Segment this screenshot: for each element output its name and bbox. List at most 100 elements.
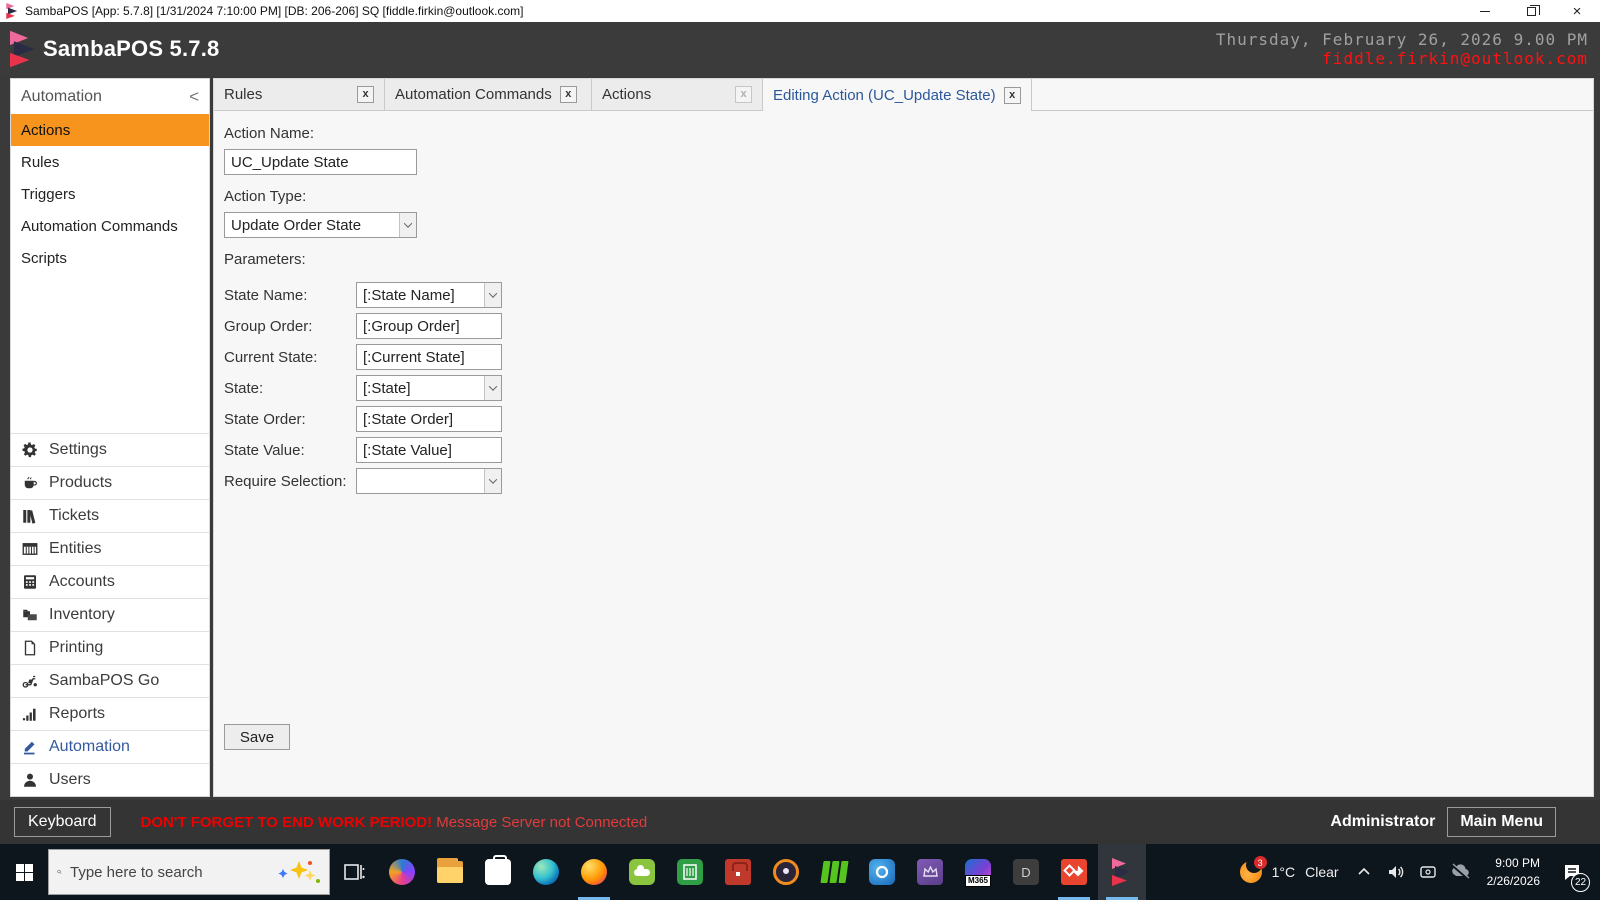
moon-weather-icon: 3 xyxy=(1238,856,1267,885)
action-type-select[interactable]: Update Order State xyxy=(224,212,417,238)
sidebar-module-accounts[interactable]: Accounts xyxy=(11,565,209,598)
sambapos-logo-icon xyxy=(10,30,35,68)
pencil-icon xyxy=(24,741,35,755)
toolbox-app-icon[interactable] xyxy=(714,844,762,900)
sidebar-module-products[interactable]: Products xyxy=(11,466,209,499)
sidebar-item-actions[interactable]: Actions xyxy=(11,114,209,146)
module-label: Products xyxy=(49,474,113,491)
state-order-input[interactable] xyxy=(356,406,502,432)
action-name-input[interactable] xyxy=(224,149,417,175)
minimize-icon[interactable] xyxy=(1462,0,1508,22)
sidebar-module-automation[interactable]: Automation xyxy=(11,730,209,763)
state-select[interactable]: [:State] xyxy=(356,375,502,401)
calculator-icon xyxy=(24,575,36,589)
red-diamond-app-icon[interactable] xyxy=(1050,844,1098,900)
network-off-icon[interactable] xyxy=(1445,844,1475,900)
sidebar-module-tickets[interactable]: Tickets xyxy=(11,499,209,532)
sidebar-module-printing[interactable]: Printing xyxy=(11,631,209,664)
clock-widget[interactable]: 9:00 PM 2/26/2026 xyxy=(1477,854,1550,890)
sambapos-app-icon xyxy=(6,3,18,19)
taskbar-search[interactable] xyxy=(48,849,330,895)
search-input[interactable] xyxy=(70,863,269,881)
action-form: Action Name: Action Type: Update Order S… xyxy=(214,111,1593,796)
restore-icon[interactable] xyxy=(1508,0,1554,22)
person-icon xyxy=(24,773,36,787)
books-icon xyxy=(23,510,36,524)
param-label: State Value: xyxy=(224,441,305,459)
cast-screen-icon[interactable] xyxy=(1413,844,1443,900)
file-explorer-icon[interactable] xyxy=(426,844,474,900)
volume-icon[interactable] xyxy=(1381,844,1411,900)
close-tab-icon[interactable]: x xyxy=(559,86,577,103)
save-button[interactable]: Save xyxy=(224,724,290,750)
close-tab-icon[interactable]: x xyxy=(1003,86,1021,104)
app-header: SambaPOS 5.7.8 Thursday, February 26, 20… xyxy=(0,22,1600,76)
d-app-icon[interactable]: D xyxy=(1002,844,1050,900)
state-value-input[interactable] xyxy=(356,437,502,463)
tab-actions[interactable]: Actions x xyxy=(592,79,763,111)
sidebar-section-title: Automation xyxy=(21,87,102,105)
chevron-down-icon[interactable] xyxy=(484,283,501,307)
sidebar-item-triggers[interactable]: Triggers xyxy=(11,178,209,210)
tab-automation-commands[interactable]: Automation Commands x xyxy=(385,79,592,111)
d-app-letter: D xyxy=(1013,859,1039,885)
sidebar-module-entities[interactable]: Entities xyxy=(11,532,209,565)
edge-browser-icon[interactable] xyxy=(522,844,570,900)
close-tab-icon[interactable]: x xyxy=(735,86,752,103)
app-body: Automation < Actions Rules Triggers Auto… xyxy=(0,76,1600,800)
m365-copilot-icon[interactable]: M365 xyxy=(954,844,1002,900)
current-state-input[interactable] xyxy=(356,344,502,370)
module-label: Inventory xyxy=(49,606,115,623)
require-selection-select[interactable] xyxy=(356,468,502,494)
chevron-down-icon[interactable] xyxy=(484,376,501,400)
sambapos-taskbar-icon[interactable] xyxy=(1098,844,1146,900)
chevron-down-icon[interactable] xyxy=(484,469,501,493)
tab-editing-action[interactable]: Editing Action (UC_Update State) x xyxy=(763,79,1032,111)
cloud-drive-app-icon[interactable] xyxy=(618,844,666,900)
task-view-icon[interactable] xyxy=(330,844,378,900)
firefox-browser-icon[interactable] xyxy=(570,844,618,900)
tray-date: 2/26/2026 xyxy=(1486,874,1540,888)
action-center-icon[interactable]: 22 xyxy=(1552,844,1592,900)
tab-rules[interactable]: Rules x xyxy=(214,79,385,111)
start-button[interactable] xyxy=(0,844,48,900)
green-panels-app-icon[interactable] xyxy=(810,844,858,900)
green-book-app-icon[interactable] xyxy=(666,844,714,900)
work-period-warning: DON'T FORGET TO END WORK PERIOD! xyxy=(140,813,433,831)
module-label: Automation xyxy=(49,738,130,755)
sidebar-module-users[interactable]: Users xyxy=(11,763,209,796)
sidebar-item-automation-commands[interactable]: Automation Commands xyxy=(11,210,209,242)
chevron-down-icon[interactable] xyxy=(399,213,416,237)
window-titlebar: SambaPOS [App: 5.7.8] [1/31/2024 7:10:00… xyxy=(0,0,1600,22)
sidebar-item-rules[interactable]: Rules xyxy=(11,146,209,178)
sidebar-item-scripts[interactable]: Scripts xyxy=(11,242,209,274)
microsoft-store-icon[interactable] xyxy=(474,844,522,900)
security-shield-app-icon[interactable] xyxy=(762,844,810,900)
main-menu-button[interactable]: Main Menu xyxy=(1447,807,1556,837)
sidebar-module-inventory[interactable]: Inventory xyxy=(11,598,209,631)
keyboard-button[interactable]: Keyboard xyxy=(14,807,111,837)
param-row-state: State: [:State] xyxy=(224,375,1593,401)
sidebar-module-settings[interactable]: Settings xyxy=(11,433,209,466)
param-label: Current State: xyxy=(224,348,318,366)
outlook-app-icon[interactable] xyxy=(858,844,906,900)
table-grid-icon xyxy=(22,543,38,555)
sidebar-module-reports[interactable]: Reports xyxy=(11,697,209,730)
close-tab-icon[interactable]: x xyxy=(357,86,374,103)
param-value: [:State] xyxy=(363,379,411,397)
close-icon[interactable]: × xyxy=(1554,0,1600,22)
param-row-state-value: State Value: xyxy=(224,437,1593,463)
group-order-input[interactable] xyxy=(356,313,502,339)
weather-widget[interactable]: 3 1°C Clear xyxy=(1230,856,1347,885)
sidebar-collapse-icon[interactable]: < xyxy=(189,88,199,105)
tray-chevron-up-icon[interactable] xyxy=(1349,844,1379,900)
param-label: Group Order: xyxy=(224,317,313,335)
sidebar-module-sambapos-go[interactable]: SambaPOS Go xyxy=(11,664,209,697)
state-name-select[interactable]: [:State Name] xyxy=(356,282,502,308)
param-row-require-selection: Require Selection: xyxy=(224,468,1593,494)
copilot-app-icon[interactable] xyxy=(378,844,426,900)
crown-app-icon[interactable] xyxy=(906,844,954,900)
tab-bar-filler xyxy=(1031,79,1593,111)
condition-label: Clear xyxy=(1305,864,1339,880)
